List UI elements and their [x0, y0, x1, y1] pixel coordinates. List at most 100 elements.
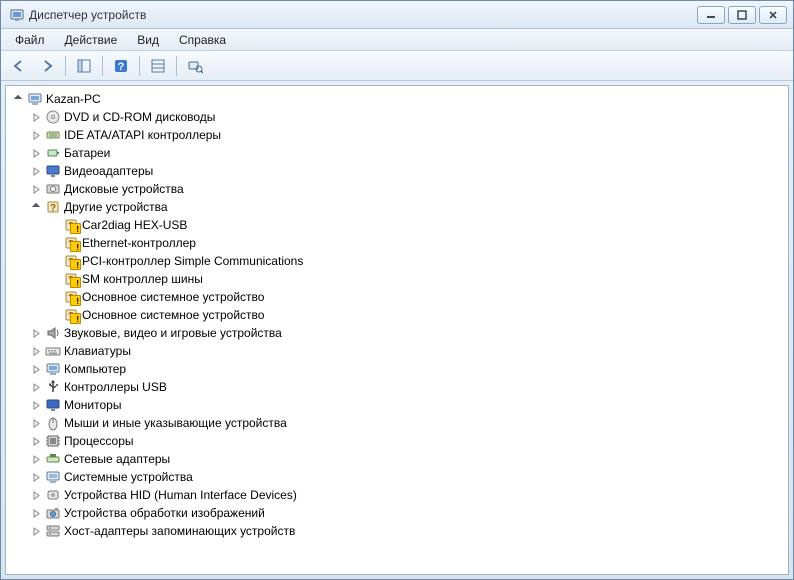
tree-category-node[interactable]: Клавиатуры — [8, 342, 786, 360]
expand-toggle[interactable] — [30, 507, 42, 519]
expand-toggle[interactable] — [30, 381, 42, 393]
menu-action[interactable]: Действие — [55, 31, 128, 49]
expand-toggle[interactable] — [30, 363, 42, 375]
tree-node-label: Kazan-PC — [44, 92, 103, 106]
unknown-device-icon: ? — [62, 217, 80, 233]
tree-device-node[interactable]: ? SM контроллер шины — [8, 270, 786, 288]
other-icon: ? — [44, 199, 62, 215]
forward-icon — [39, 58, 55, 74]
tree-category-node[interactable]: Мониторы — [8, 396, 786, 414]
titlebar: Диспетчер устройств — [1, 1, 793, 29]
tree-node-label: Основное системное устройство — [80, 290, 266, 304]
collapse-toggle[interactable] — [12, 93, 24, 105]
collapse-toggle[interactable] — [30, 201, 42, 213]
help-button[interactable]: ? — [109, 54, 133, 78]
tree-category-node[interactable]: Сетевые адаптеры — [8, 450, 786, 468]
scan-hardware-button[interactable] — [183, 54, 207, 78]
tree-device-node[interactable]: ? Основное системное устройство — [8, 306, 786, 324]
computer-icon — [26, 91, 44, 107]
expand-toggle[interactable] — [30, 183, 42, 195]
tree-category-node[interactable]: Устройства обработки изображений — [8, 504, 786, 522]
tree-node-label: Основное системное устройство — [80, 308, 266, 322]
tree-category-node[interactable]: Звуковые, видео и игровые устройства — [8, 324, 786, 342]
hid-icon — [44, 487, 62, 503]
menubar: Файл Действие Вид Справка — [1, 29, 793, 51]
network-icon — [44, 451, 62, 467]
expand-toggle[interactable] — [30, 417, 42, 429]
mouse-icon — [44, 415, 62, 431]
tree-category-node[interactable]: Хост-адаптеры запоминающих устройств — [8, 522, 786, 540]
tree-category-node[interactable]: IDE ATA/ATAPI контроллеры — [8, 126, 786, 144]
properties-button[interactable] — [146, 54, 170, 78]
expand-toggle[interactable] — [30, 399, 42, 411]
expand-toggle[interactable] — [30, 129, 42, 141]
tree-category-node[interactable]: Дисковые устройства — [8, 180, 786, 198]
unknown-device-icon: ? — [62, 307, 80, 323]
maximize-button[interactable] — [728, 6, 756, 24]
expand-toggle[interactable] — [30, 435, 42, 447]
tree-node-label: Car2diag HEX-USB — [80, 218, 189, 232]
expand-toggle[interactable] — [30, 525, 42, 537]
svg-text:?: ? — [68, 239, 74, 250]
expand-toggle[interactable] — [30, 453, 42, 465]
menu-view[interactable]: Вид — [127, 31, 169, 49]
expand-toggle[interactable] — [30, 165, 42, 177]
computer-icon — [44, 361, 62, 377]
menu-file[interactable]: Файл — [5, 31, 55, 49]
close-button[interactable] — [759, 6, 787, 24]
monitor-icon — [44, 397, 62, 413]
maximize-icon — [737, 10, 747, 20]
tree-category-node[interactable]: DVD и CD-ROM дисководы — [8, 108, 786, 126]
toolbar: ? — [1, 51, 793, 81]
tree-device-node[interactable]: ? PCI-контроллер Simple Communications — [8, 252, 786, 270]
unknown-device-icon: ? — [62, 235, 80, 251]
tree-node-label: Устройства обработки изображений — [62, 506, 267, 520]
tree-category-node[interactable]: Устройства HID (Human Interface Devices) — [8, 486, 786, 504]
tree-category-node[interactable]: Системные устройства — [8, 468, 786, 486]
tree-device-node[interactable]: ? Основное системное устройство — [8, 288, 786, 306]
tree-node-label: Устройства HID (Human Interface Devices) — [62, 488, 299, 502]
tree-node-label: Дисковые устройства — [62, 182, 186, 196]
expand-toggle[interactable] — [30, 471, 42, 483]
expand-toggle[interactable] — [30, 345, 42, 357]
battery-icon — [44, 145, 62, 161]
tree-icon — [76, 58, 92, 74]
tree-node-label: Мыши и иные указывающие устройства — [62, 416, 289, 430]
expand-toggle[interactable] — [30, 327, 42, 339]
device-tree-panel: Kazan-PC DVD и CD-ROM дисководы IDE ATA/… — [5, 85, 789, 575]
tree-category-node[interactable]: Видеоадаптеры — [8, 162, 786, 180]
toolbar-separator — [139, 56, 140, 76]
window-controls — [697, 6, 787, 24]
expand-toggle[interactable] — [30, 489, 42, 501]
tree-node-label: Процессоры — [62, 434, 136, 448]
unknown-device-icon: ? — [62, 271, 80, 287]
tree-node-label: Системные устройства — [62, 470, 195, 484]
properties-icon — [150, 58, 166, 74]
tree-node-label: Компьютер — [62, 362, 128, 376]
minimize-button[interactable] — [697, 6, 725, 24]
tree-category-node[interactable]: ? Другие устройства — [8, 198, 786, 216]
expand-toggle[interactable] — [30, 147, 42, 159]
tree-node-label: Хост-адаптеры запоминающих устройств — [62, 524, 297, 538]
svg-text:?: ? — [68, 293, 74, 304]
tree-category-node[interactable]: Контроллеры USB — [8, 378, 786, 396]
disc-icon — [44, 109, 62, 125]
cpu-icon — [44, 433, 62, 449]
tree-node-label: Мониторы — [62, 398, 123, 412]
forward-button[interactable] — [35, 54, 59, 78]
tree-category-node[interactable]: Батареи — [8, 144, 786, 162]
tree-device-node[interactable]: ? Ethernet-контроллер — [8, 234, 786, 252]
tree-category-node[interactable]: Мыши и иные указывающие устройства — [8, 414, 786, 432]
system-icon — [44, 469, 62, 485]
tree-node-label: PCI-контроллер Simple Communications — [80, 254, 305, 268]
imaging-icon — [44, 505, 62, 521]
tree-category-node[interactable]: Процессоры — [8, 432, 786, 450]
back-button[interactable] — [7, 54, 31, 78]
expand-toggle[interactable] — [30, 111, 42, 123]
tree-device-node[interactable]: ? Car2diag HEX-USB — [8, 216, 786, 234]
show-hide-tree-button[interactable] — [72, 54, 96, 78]
svg-text:?: ? — [68, 275, 74, 286]
menu-help[interactable]: Справка — [169, 31, 236, 49]
tree-root-node[interactable]: Kazan-PC — [8, 90, 786, 108]
tree-category-node[interactable]: Компьютер — [8, 360, 786, 378]
